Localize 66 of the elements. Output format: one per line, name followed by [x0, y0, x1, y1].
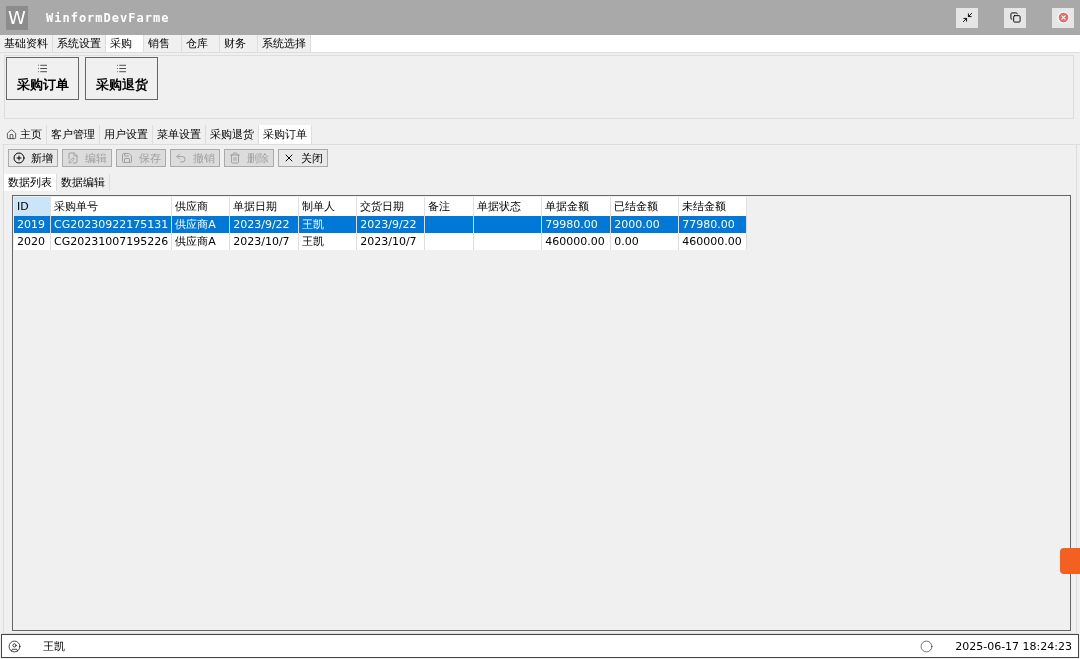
- close-button[interactable]: [1052, 7, 1074, 28]
- menu-tab[interactable]: 仓库: [182, 35, 220, 52]
- add-icon: [13, 152, 25, 164]
- table-cell: CG20231007195226: [50, 233, 172, 250]
- menu-tab[interactable]: 销售: [144, 35, 182, 52]
- column-header[interactable]: 已结金额: [610, 197, 679, 216]
- save-icon: [121, 152, 133, 164]
- column-header[interactable]: 单据金额: [541, 197, 611, 216]
- edit-icon: [67, 152, 79, 164]
- minimize-button[interactable]: [956, 7, 978, 28]
- table-cell: 供应商A: [171, 233, 230, 250]
- clock-icon: [920, 639, 934, 653]
- list-icon: [116, 63, 127, 74]
- table-cell: 2023/9/22: [356, 216, 425, 233]
- column-header[interactable]: 单据日期: [229, 197, 299, 216]
- trash-icon: [229, 152, 241, 164]
- undo-icon: [175, 152, 187, 164]
- minimize-icon: [961, 12, 973, 23]
- column-header[interactable]: 未结金额: [678, 197, 747, 216]
- table-cell: 王凯: [298, 233, 357, 250]
- column-header[interactable]: 采购单号: [50, 197, 172, 216]
- restore-icon: [1009, 12, 1021, 23]
- table-cell: 2020: [14, 233, 51, 250]
- home-icon: [6, 129, 17, 140]
- close-icon: [1056, 11, 1070, 24]
- table-cell: 460000.00: [541, 233, 611, 250]
- table-cell: 460000.00: [678, 233, 747, 250]
- table-cell: 2000.00: [610, 216, 679, 233]
- table-cell: 2023/10/7: [229, 233, 299, 250]
- list-icon: [37, 63, 48, 74]
- toolbar-button[interactable]: 新增: [8, 149, 58, 167]
- view-tab[interactable]: 数据列表: [4, 174, 57, 191]
- user-name: 王凯: [43, 638, 65, 654]
- column-header[interactable]: 单据状态: [473, 197, 542, 216]
- menu-tab[interactable]: 财务: [220, 35, 258, 52]
- menu-tab[interactable]: 基础资料: [0, 35, 53, 52]
- table-cell: 2023/9/22: [229, 216, 299, 233]
- document-tab[interactable]: 采购订单: [259, 125, 312, 144]
- table-cell: 2019: [14, 216, 51, 233]
- table-cell: 2023/10/7: [356, 233, 425, 250]
- column-header[interactable]: ID: [14, 197, 51, 216]
- close-icon: [283, 152, 295, 164]
- table-cell: 供应商A: [171, 216, 230, 233]
- table-cell: [424, 216, 474, 233]
- menu-tab[interactable]: 系统选择: [258, 35, 311, 52]
- column-header[interactable]: 制单人: [298, 197, 357, 216]
- user-icon: [8, 639, 21, 653]
- restore-button[interactable]: [1004, 7, 1026, 28]
- table-cell: [424, 233, 474, 250]
- table-cell: 0.00: [610, 233, 679, 250]
- column-header[interactable]: 备注: [424, 197, 474, 216]
- table-cell: 王凯: [298, 216, 357, 233]
- menu-tab[interactable]: 系统设置: [53, 35, 106, 52]
- table-cell: 77980.00: [678, 216, 747, 233]
- table-cell: 79980.00: [541, 216, 611, 233]
- table-cell: CG20230922175131: [50, 216, 172, 233]
- column-header[interactable]: 交货日期: [356, 197, 425, 216]
- table-cell: [473, 216, 542, 233]
- ribbon-button[interactable]: 采购退货: [85, 57, 158, 100]
- app-logo: W: [6, 5, 28, 30]
- column-header[interactable]: 供应商: [171, 197, 230, 216]
- toolbar-button[interactable]: 关闭: [278, 149, 328, 167]
- status-datetime: 2025-06-17 18:24:23: [955, 639, 1072, 653]
- window-title: WinformDevFarme: [46, 10, 171, 25]
- table-cell: [473, 233, 542, 250]
- ribbon-button[interactable]: 采购订单: [6, 57, 79, 100]
